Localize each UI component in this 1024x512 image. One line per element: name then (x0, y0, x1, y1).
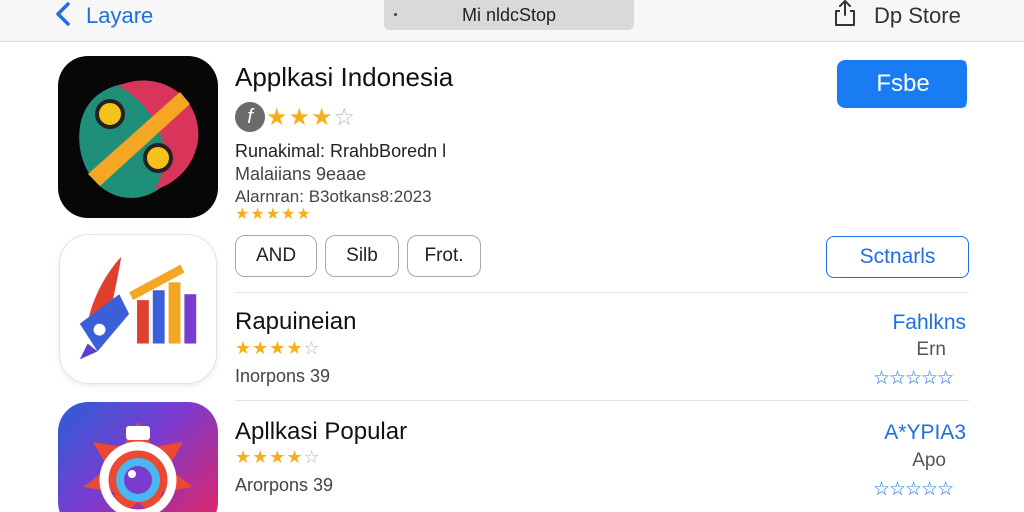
featured-app-icon[interactable] (58, 56, 218, 218)
share-button[interactable] (832, 0, 858, 30)
list-item-stars: ★★★★☆ (235, 447, 321, 468)
top-bar: Layare Mi nldcStop Dp Store (0, 0, 1024, 42)
featured-meta-line-1: Runakimal: RrahbBoredn l (235, 141, 447, 161)
featured-rating-stars: ★★★☆ (266, 103, 356, 132)
chevron-left-icon (52, 1, 74, 32)
category-chip[interactable]: Silb (325, 235, 399, 277)
lock-icon (394, 13, 397, 16)
divider (235, 400, 969, 401)
list-item-right-stars: ☆☆☆☆☆ (873, 368, 954, 389)
featured-meta-line-2: Malaiians 9eaae (235, 164, 367, 184)
get-button[interactable]: Fsbe (837, 60, 969, 108)
category-chip[interactable]: Frot. (407, 235, 481, 277)
app-icon[interactable] (59, 234, 217, 384)
filled-stars: ★★★★ (235, 338, 304, 358)
empty-star: ☆ (303, 338, 321, 358)
list-item-action-link[interactable]: A*YPIA3 (884, 421, 966, 445)
list-item-right-stars: ☆☆☆☆☆ (873, 479, 954, 500)
list-item-subtitle: Arorpons 39 (235, 475, 334, 495)
divider (235, 292, 969, 293)
rating-badge: f (235, 102, 265, 132)
list-item-right-subtitle: Ern (916, 339, 946, 360)
filled-stars: ★★★★ (235, 447, 304, 467)
app-icon[interactable] (58, 402, 218, 512)
list-item-action-link[interactable]: Fahlkns (892, 311, 966, 335)
featured-meta-stars: ★★★★★ (235, 206, 312, 223)
empty-star: ☆ (303, 447, 321, 467)
back-button[interactable]: Layare (52, 0, 153, 32)
address-text: Mi nldcStop (461, 4, 557, 25)
list-item-right-subtitle: Apo (912, 450, 946, 471)
list-item-title: Apllkasi Popular (235, 418, 408, 445)
back-label: Layare (86, 3, 154, 28)
store-label[interactable]: Dp Store (874, 3, 961, 29)
secondary-button[interactable]: Sctnarls (826, 236, 969, 278)
list-item-title: Rapuineian (235, 308, 357, 335)
list-item-subtitle: Inorpons 39 (235, 366, 331, 386)
empty-star: ☆ (333, 104, 357, 131)
share-icon (832, 0, 858, 32)
address-bar[interactable]: Mi nldcStop (384, 0, 634, 30)
filled-stars: ★★★ (266, 104, 334, 131)
featured-app-title: Applkasi Indonesia (235, 62, 454, 92)
category-chip[interactable]: AND (235, 235, 317, 277)
list-item-stars: ★★★★☆ (235, 338, 321, 359)
